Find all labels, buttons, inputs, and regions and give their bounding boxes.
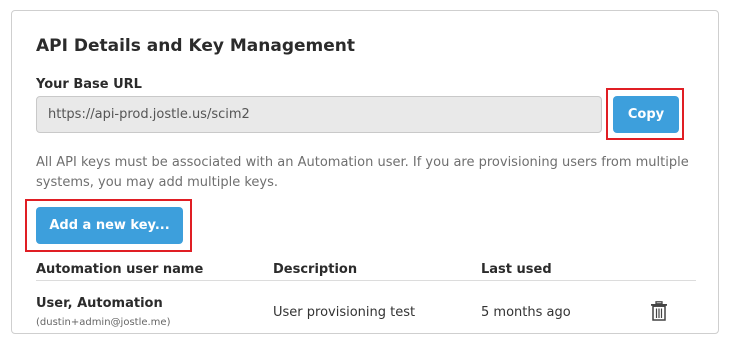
section-title: API Details and Key Management	[36, 36, 355, 56]
key-last-used: 5 months ago	[481, 305, 571, 320]
api-key-info-text: All API keys must be associated with an …	[36, 155, 689, 190]
key-description: User provisioning test	[273, 305, 416, 320]
column-header-last-used: Last used	[481, 262, 552, 277]
base-url-field[interactable]	[36, 96, 602, 133]
column-header-description: Description	[273, 262, 358, 277]
copy-button[interactable]: Copy	[613, 96, 679, 133]
automation-user-name: User, Automation	[36, 296, 163, 311]
trash-icon[interactable]	[650, 301, 668, 321]
automation-user-email: (dustin+admin@jostle.me)	[36, 317, 171, 328]
table-header-divider	[36, 280, 696, 281]
base-url-label: Your Base URL	[36, 77, 142, 92]
add-new-key-button[interactable]: Add a new key...	[36, 207, 183, 244]
column-header-user: Automation user name	[36, 262, 204, 277]
